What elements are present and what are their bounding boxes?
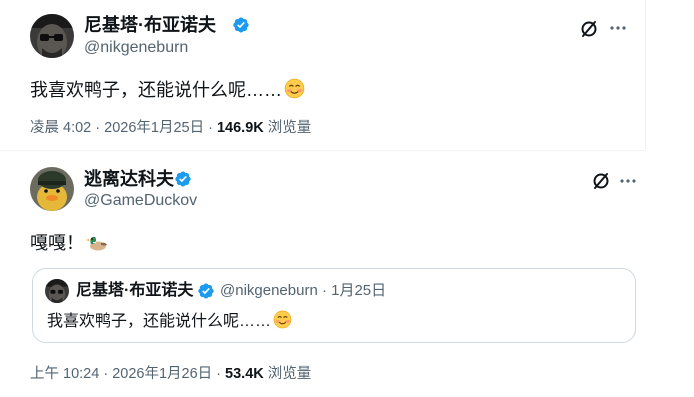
views-count: 53.4K [225, 366, 264, 382]
quoted-author-handle: @nikgeneburn [220, 282, 318, 299]
tweet-timestamp[interactable]: 上午 10:24 · 2026年1月26日 · [30, 366, 225, 382]
avatar[interactable] [30, 14, 74, 58]
tweet-timestamp[interactable]: 凌晨 4:02 · 2026年1月25日 · [30, 120, 217, 136]
quoted-tweet[interactable]: 尼基塔·布亚诺夫 @nikgeneburn · 1月25日 我喜欢鸭子，还能说什… [32, 268, 636, 343]
avatar[interactable] [30, 167, 74, 211]
tweet-meta: 上午 10:24 · 2026年1月26日 · 53.4K 浏览量 [30, 364, 311, 384]
tweet-text-row: 我喜欢鸭子，还能说什么呢…… [30, 77, 305, 106]
author-name[interactable]: 尼基塔·布亚诺夫 [84, 14, 216, 36]
quoted-date: · 1月25日 [317, 282, 387, 299]
grok-icon[interactable] [577, 17, 601, 41]
divider-vertical [645, 0, 646, 150]
verified-badge-icon [197, 282, 215, 300]
quoted-text-row: 我喜欢鸭子，还能说什么呢…… [47, 310, 292, 336]
quoted-text: 我喜欢鸭子，还能说什么呢…… [47, 313, 272, 330]
views-label: 浏览量 [263, 120, 312, 136]
divider [0, 150, 645, 151]
views-count: 146.9K [216, 120, 264, 136]
smiling-blush-emoji-icon [284, 78, 305, 106]
grok-icon[interactable] [589, 169, 613, 193]
views-label: 浏览量 [263, 366, 312, 382]
duck-emoji-icon [86, 232, 108, 259]
avatar [45, 279, 69, 303]
author-handle[interactable]: @nikgeneburn [84, 38, 188, 58]
more-dots-icon[interactable] [608, 18, 628, 38]
quoted-author-name: 尼基塔·布亚诺夫 [76, 282, 194, 299]
quoted-author-handle-date: @nikgeneburn · 1月25日 [220, 281, 386, 301]
tweet-meta: 凌晨 4:02 · 2026年1月25日 · 146.9K 浏览量 [30, 118, 311, 138]
verified-badge-icon [232, 16, 250, 34]
author-handle[interactable]: @GameDuckov [84, 191, 197, 211]
tweet-text-row: 嘎嘎！ [30, 230, 108, 259]
verified-badge-icon [174, 170, 192, 188]
more-dots-icon[interactable] [618, 171, 638, 191]
author-name[interactable]: 逃离达科夫 [84, 168, 174, 190]
tweet-text: 我喜欢鸭子，还能说什么呢…… [30, 80, 282, 100]
smiling-blush-emoji-icon [273, 310, 292, 336]
tweet-text: 嘎嘎！ [30, 233, 84, 253]
